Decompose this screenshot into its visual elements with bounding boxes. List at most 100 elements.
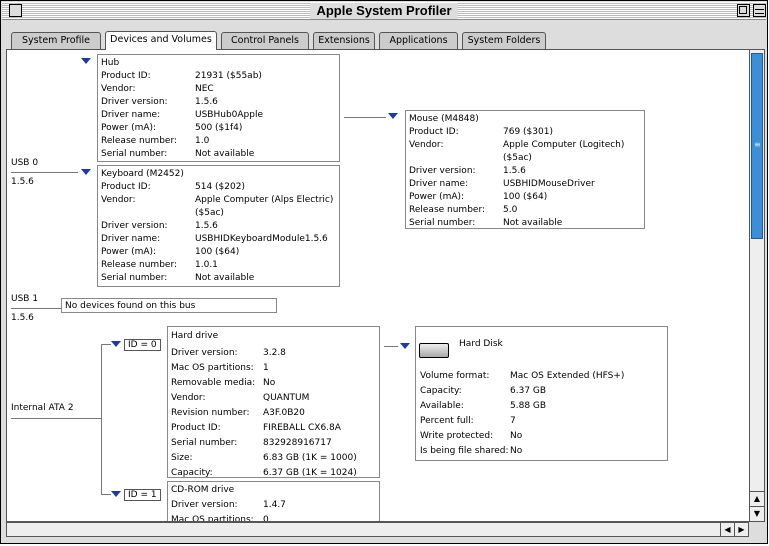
field-value: Not available bbox=[195, 273, 255, 283]
field-value: 100 ($64) bbox=[195, 247, 240, 257]
field-label: Serial number: bbox=[101, 149, 168, 159]
field-value: ($5ac) bbox=[503, 153, 532, 163]
field-value: No bbox=[510, 446, 523, 456]
tab-devices-and-volumes[interactable]: Devices and Volumes bbox=[105, 31, 217, 50]
field-value: USBHIDKeyboardModule1.5.6 bbox=[195, 234, 328, 244]
field-label: Revision number: bbox=[171, 408, 250, 418]
scroll-right-arrow-icon[interactable]: ▶ bbox=[734, 523, 748, 536]
field-label: Power (mA): bbox=[101, 247, 157, 257]
keyboard-title: Keyboard (M2452) bbox=[101, 169, 184, 179]
field-label: Mac OS partitions: bbox=[171, 515, 254, 522]
field-value: Not available bbox=[195, 149, 255, 159]
field-label: Power (mA): bbox=[409, 192, 465, 202]
vertical-scrollbar[interactable]: ▲ ▼ bbox=[749, 49, 765, 522]
hard-drive-title: Hard drive bbox=[171, 331, 219, 341]
keyboard-box: Keyboard (M2452) Product ID: 514 ($202) Ve… bbox=[97, 165, 340, 287]
zoom-box[interactable] bbox=[737, 4, 750, 17]
field-value: 5.88 GB bbox=[510, 401, 547, 411]
field-value: Apple Computer (Logitech) bbox=[503, 140, 625, 150]
field-label: Product ID: bbox=[409, 127, 459, 137]
field-value: 1.0.1 bbox=[195, 260, 218, 270]
connector bbox=[101, 494, 111, 495]
field-value: 514 ($202) bbox=[195, 182, 245, 192]
id1-label: ID = 1 bbox=[124, 489, 161, 501]
close-box[interactable] bbox=[9, 4, 22, 17]
field-label: Percent full: bbox=[420, 416, 474, 426]
cdrom-box: CD-ROM drive Driver version: 1.4.7 Mac OS … bbox=[167, 481, 380, 522]
disclosure-triangle-icon[interactable] bbox=[81, 58, 91, 64]
field-value: 6.83 GB (1K = 1000) bbox=[263, 453, 357, 463]
field-value: 1.5.6 bbox=[195, 221, 218, 231]
usb1-label: USB 1 bbox=[11, 294, 39, 304]
field-label: Driver name: bbox=[101, 234, 161, 244]
disclosure-triangle-icon[interactable] bbox=[111, 491, 121, 497]
usb1-empty-box: No devices found on this bus bbox=[61, 298, 277, 313]
connector bbox=[101, 344, 102, 495]
tab-applications[interactable]: Applications bbox=[379, 32, 458, 49]
tab-system-profile[interactable]: System Profile bbox=[11, 32, 101, 49]
id0-label: ID = 0 bbox=[124, 339, 161, 351]
hub-title: Hub bbox=[101, 58, 120, 68]
field-label: Product ID: bbox=[101, 71, 151, 81]
field-label: Release number: bbox=[101, 260, 178, 270]
field-label: Driver version: bbox=[101, 97, 168, 107]
field-value: 1.5.6 bbox=[503, 166, 526, 176]
hard-disk-box: Hard Disk Volume format: Mac OS Extended … bbox=[415, 326, 668, 461]
disclosure-triangle-icon[interactable] bbox=[81, 169, 91, 175]
tab-control-panels[interactable]: Control Panels bbox=[221, 32, 309, 49]
field-label: Write protected: bbox=[420, 431, 494, 441]
horizontal-scrollbar[interactable]: ◀ ▶ bbox=[6, 522, 749, 537]
field-label: Removable media: bbox=[171, 378, 256, 388]
scroll-thumb[interactable] bbox=[751, 53, 763, 239]
cdrom-title: CD-ROM drive bbox=[171, 485, 235, 495]
field-label: Driver version: bbox=[171, 348, 238, 358]
ata-label: Internal ATA 2 bbox=[11, 403, 74, 413]
divider bbox=[11, 418, 101, 419]
window-title: Apple System Profiler bbox=[310, 3, 458, 19]
field-label: Capacity: bbox=[171, 468, 213, 478]
window: Apple System Profiler System Profile Dev… bbox=[0, 0, 768, 544]
tab-extensions[interactable]: Extensions bbox=[313, 32, 375, 49]
field-value: USBHIDMouseDriver bbox=[503, 179, 595, 189]
divider bbox=[11, 172, 63, 173]
field-value: 6.37 GB (1K = 1024) bbox=[263, 468, 357, 478]
field-label: Product ID: bbox=[171, 423, 221, 433]
field-label: Mac OS partitions: bbox=[171, 363, 254, 373]
disclosure-triangle-icon[interactable] bbox=[111, 341, 121, 347]
field-value: 1.5.6 bbox=[195, 97, 218, 107]
field-value: 0 bbox=[263, 515, 269, 522]
usb0-version: 1.5.6 bbox=[11, 177, 34, 187]
field-label: Driver version: bbox=[101, 221, 168, 231]
field-value: Not available bbox=[503, 218, 563, 228]
disclosure-triangle-icon[interactable] bbox=[400, 343, 410, 349]
field-value: 500 ($1f4) bbox=[195, 123, 243, 133]
devices-pane: USB 0 1.5.6 Hub Product ID: 21931 ($55ab)… bbox=[6, 49, 751, 522]
title-bar[interactable]: Apple System Profiler bbox=[2, 2, 766, 20]
field-value: USBHub0Apple bbox=[195, 110, 264, 120]
field-label: Driver name: bbox=[409, 179, 469, 189]
mouse-title: Mouse (M4848) bbox=[409, 114, 479, 124]
scroll-left-arrow-icon[interactable]: ◀ bbox=[720, 523, 734, 536]
usb0-label: USB 0 bbox=[11, 158, 39, 168]
connector bbox=[63, 172, 78, 173]
disclosure-triangle-icon[interactable] bbox=[388, 113, 398, 119]
field-label: Capacity: bbox=[420, 386, 462, 396]
field-label: Available: bbox=[420, 401, 464, 411]
field-label: Driver name: bbox=[101, 110, 161, 120]
tab-system-folders[interactable]: System Folders bbox=[462, 32, 546, 49]
scroll-down-arrow-icon[interactable]: ▼ bbox=[750, 506, 764, 520]
field-label: Serial number: bbox=[171, 438, 238, 448]
collapse-box[interactable] bbox=[753, 4, 766, 17]
field-label: Size: bbox=[171, 453, 193, 463]
field-value: 3.2.8 bbox=[263, 348, 286, 358]
usb1-version: 1.5.6 bbox=[11, 313, 34, 323]
resize-grip-icon[interactable] bbox=[751, 524, 765, 537]
field-label: Vendor: bbox=[409, 140, 444, 150]
field-value: Apple Computer (Alps Electric) bbox=[195, 195, 334, 205]
field-label: Product ID: bbox=[101, 182, 151, 192]
field-value: 21931 ($55ab) bbox=[195, 71, 262, 81]
field-label: Serial number: bbox=[409, 218, 476, 228]
field-value: 1.0 bbox=[195, 136, 210, 146]
scroll-up-arrow-icon[interactable]: ▲ bbox=[750, 491, 764, 505]
field-label: Release number: bbox=[409, 205, 486, 215]
